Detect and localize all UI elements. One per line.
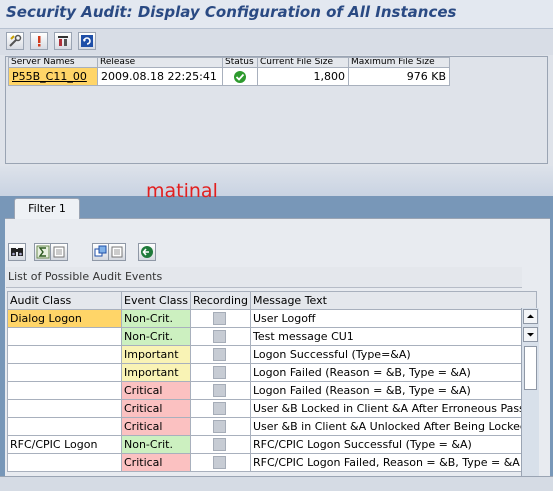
recording-cell — [189, 327, 251, 346]
message-text-cell: Test message CU1 — [249, 327, 537, 346]
event-class-cell: Critical — [121, 417, 191, 436]
column-header-release[interactable]: Release — [97, 57, 223, 68]
table-row: Dialog Logon Non-Crit. User Logoff — [7, 309, 537, 328]
audit-class-cell[interactable] — [7, 345, 122, 364]
instances-panel: Server Names Release Status Current File… — [5, 56, 548, 164]
execute-icon[interactable] — [138, 243, 156, 261]
table-row: Critical User &B Locked in Client &A Aft… — [7, 399, 537, 418]
table-row: Critical Logon Failed (Reason = &B, Type… — [7, 381, 537, 400]
recording-cell — [189, 363, 251, 382]
tab-filter-1[interactable]: Filter 1 — [14, 198, 80, 219]
table-row: Critical RFC/CPIC Logon Failed, Reason =… — [7, 453, 537, 472]
recording-checkbox[interactable] — [212, 420, 226, 434]
recording-cell — [189, 309, 251, 328]
recording-cell — [189, 381, 251, 400]
message-text-cell: User &B in Client &A Unlocked After Bein… — [249, 417, 537, 436]
separator-band — [0, 166, 553, 196]
audit-class-cell[interactable] — [7, 453, 122, 472]
audit-class-cell[interactable] — [7, 417, 122, 436]
column-header-message-text[interactable]: Message Text — [249, 291, 537, 310]
audit-class-cell[interactable] — [7, 399, 122, 418]
table-row: RFC/CPIC Logon Non-Crit. RFC/CPIC Logon … — [7, 435, 537, 454]
audit-class-cell[interactable]: RFC/CPIC Logon — [7, 435, 122, 454]
column-header-event-class[interactable]: Event Class — [121, 291, 191, 310]
column-header-server[interactable]: Server Names — [8, 57, 98, 68]
message-text-cell: User Logoff — [249, 309, 537, 328]
recording-cell — [189, 435, 251, 454]
recording-checkbox[interactable] — [212, 312, 226, 326]
recording-cell — [189, 399, 251, 418]
scroll-up-button[interactable] — [523, 309, 538, 324]
column-header-audit-class[interactable]: Audit Class — [7, 291, 122, 310]
audit-class-cell[interactable] — [7, 327, 122, 346]
column-header-status[interactable]: Status — [222, 57, 258, 68]
annotation-text: matinal — [146, 180, 218, 202]
filter-icon[interactable] — [54, 32, 72, 50]
audit-class-cell[interactable]: Dialog Logon — [7, 309, 122, 328]
recording-checkbox[interactable] — [212, 330, 226, 344]
table-row: Non-Crit. Test message CU1 — [7, 327, 537, 346]
event-class-cell: Critical — [121, 399, 191, 418]
list-title: List of Possible Audit Events — [6, 267, 522, 288]
recording-checkbox[interactable] — [212, 438, 226, 452]
green-check-icon — [233, 70, 247, 83]
vertical-scrollbar[interactable] — [521, 308, 539, 490]
event-class-cell: Critical — [121, 453, 191, 472]
refresh-icon[interactable] — [78, 32, 96, 50]
event-class-cell: Critical — [121, 381, 191, 400]
subtotal-icon[interactable] — [50, 243, 68, 261]
event-class-cell: Important — [121, 345, 191, 364]
recording-checkbox[interactable] — [212, 384, 226, 398]
column-header-max-size[interactable]: Maximum File Size — [348, 57, 450, 68]
server-name-link[interactable]: P55B_C11_00 — [8, 67, 98, 86]
message-text-cell: Logon Successful (Type=&A) — [249, 345, 537, 364]
title-bar: Security Audit: Display Configuration of… — [0, 0, 553, 29]
binoculars-icon[interactable] — [8, 243, 26, 261]
column-header-recording[interactable]: Recording — [189, 291, 251, 310]
event-class-cell: Non-Crit. — [121, 435, 191, 454]
message-text-cell: Logon Failed (Reason = &B, Type = &A) — [249, 381, 537, 400]
status-bar — [0, 476, 553, 491]
recording-checkbox[interactable] — [212, 366, 226, 380]
event-class-cell: Non-Crit. — [121, 309, 191, 328]
application-toolbar — [0, 29, 553, 55]
scroll-thumb[interactable] — [524, 346, 537, 390]
recording-checkbox[interactable] — [212, 456, 226, 470]
audit-class-cell[interactable] — [7, 363, 122, 382]
scroll-down-button[interactable] — [523, 327, 538, 342]
recording-checkbox[interactable] — [212, 402, 226, 416]
page-title: Security Audit: Display Configuration of… — [6, 3, 457, 21]
message-text-cell: RFC/CPIC Logon Failed, Reason = &B, Type… — [249, 453, 537, 472]
instances-table: Server Names Release Status Current File… — [8, 57, 450, 86]
message-text-cell: User &B Locked in Client &A After Errone… — [249, 399, 537, 418]
column-header-current-size[interactable]: Current File Size — [257, 57, 349, 68]
recording-cell — [189, 345, 251, 364]
max-size-cell: 976 KB — [348, 67, 450, 86]
audit-class-cell[interactable] — [7, 381, 122, 400]
message-text-cell: RFC/CPIC Logon Successful (Type = &A) — [249, 435, 537, 454]
recording-cell — [189, 417, 251, 436]
event-class-cell: Important — [121, 363, 191, 382]
export-icon[interactable] — [108, 243, 126, 261]
events-table: Audit Class Event Class Recording Messag… — [7, 291, 537, 472]
event-class-cell: Non-Crit. — [121, 327, 191, 346]
status-cell — [222, 67, 258, 86]
info-icon[interactable] — [30, 32, 48, 50]
message-text-cell: Logon Failed (Reason = &B, Type = &A) — [249, 363, 537, 382]
release-cell: 2009.08.18 22:25:41 — [97, 67, 223, 86]
table-row: P55B_C11_00 2009.08.18 22:25:41 1,800 97… — [8, 67, 450, 86]
wrench-icon[interactable] — [6, 32, 24, 50]
table-row: Important Logon Successful (Type=&A) — [7, 345, 537, 364]
table-row: Important Logon Failed (Reason = &B, Typ… — [7, 363, 537, 382]
current-size-cell: 1,800 — [257, 67, 349, 86]
table-row: Critical User &B in Client &A Unlocked A… — [7, 417, 537, 436]
recording-checkbox[interactable] — [212, 348, 226, 362]
recording-cell — [189, 453, 251, 472]
